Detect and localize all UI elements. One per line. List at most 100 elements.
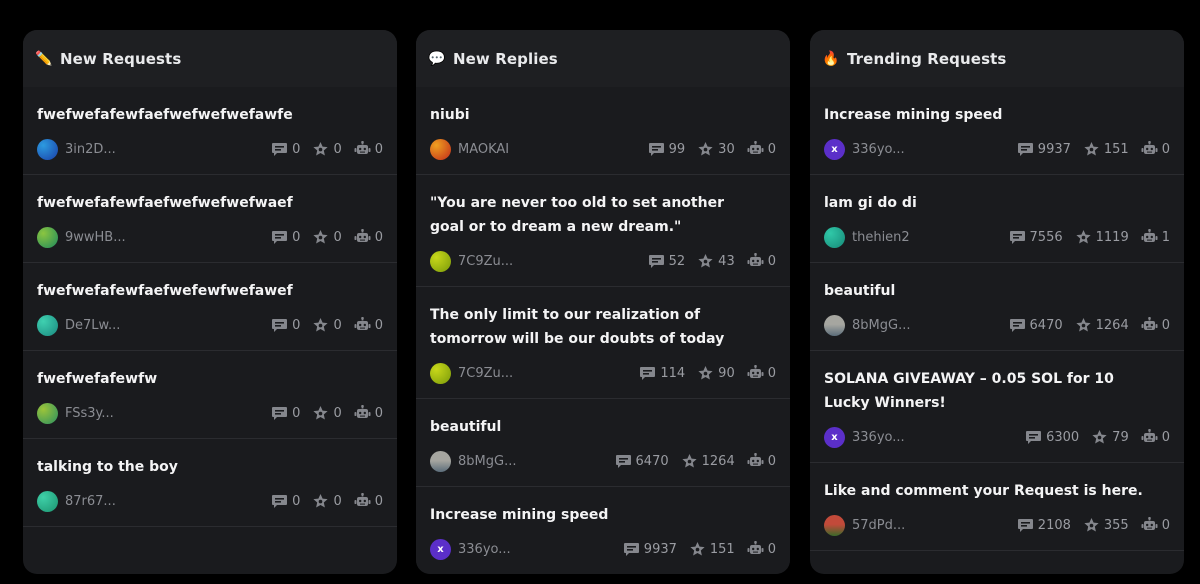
- author-avatar[interactable]: x: [824, 138, 845, 160]
- request-item[interactable]: lam gi do di thehien2 7556 1119 1: [810, 175, 1184, 263]
- request-title[interactable]: Increase mining speed: [824, 103, 1170, 127]
- request-item[interactable]: "You are never too old to set another go…: [416, 175, 790, 287]
- author-name[interactable]: 7C9Zu...: [458, 366, 627, 381]
- author-avatar[interactable]: [824, 314, 845, 336]
- bot-count-stat[interactable]: 0: [354, 317, 383, 333]
- author-name[interactable]: 8bMgG...: [458, 454, 603, 469]
- comment-count-stat[interactable]: 7556: [1009, 230, 1063, 245]
- author-avatar[interactable]: x: [430, 538, 451, 560]
- comment-count-stat[interactable]: 0: [271, 406, 300, 421]
- request-item[interactable]: SOLANA GIVEAWAY – 0.05 SOL for 10 Lucky …: [810, 351, 1184, 463]
- star-count-stat[interactable]: 79: [1091, 429, 1129, 445]
- author-avatar[interactable]: [430, 450, 451, 472]
- request-title[interactable]: fwefwefafewfaefwefewfwefawef: [37, 279, 383, 303]
- star-count-stat[interactable]: 43: [697, 253, 735, 269]
- author-avatar[interactable]: x: [824, 426, 845, 448]
- request-item[interactable]: Increase mining speed x 336yo... 9937 151 0: [810, 87, 1184, 175]
- request-title[interactable]: Like and comment your Request is here.: [824, 479, 1170, 503]
- bot-count-stat[interactable]: 0: [1141, 517, 1170, 533]
- bot-count-stat[interactable]: 0: [1141, 317, 1170, 333]
- request-item[interactable]: niubi MAOKAI 99 30 0: [416, 87, 790, 175]
- author-name[interactable]: 3in2D...: [65, 142, 259, 157]
- author-avatar[interactable]: [37, 138, 58, 160]
- author-avatar[interactable]: [37, 226, 58, 248]
- star-count-stat[interactable]: 30: [697, 141, 735, 157]
- bot-count-stat[interactable]: 0: [747, 453, 776, 469]
- author-avatar[interactable]: [37, 490, 58, 512]
- comment-count-stat[interactable]: 0: [271, 142, 300, 157]
- author-name[interactable]: 336yo...: [852, 430, 1013, 445]
- star-count-stat[interactable]: 151: [689, 541, 735, 557]
- bot-count-stat[interactable]: 0: [747, 541, 776, 557]
- author-avatar[interactable]: [430, 138, 451, 160]
- request-title[interactable]: talking to the boy: [37, 455, 383, 479]
- request-item[interactable]: fwefwefafewfw FSs3y... 0 0 0: [23, 351, 397, 439]
- author-avatar[interactable]: [430, 250, 451, 272]
- comment-count-stat[interactable]: 99: [648, 142, 685, 157]
- star-count-stat[interactable]: 1264: [681, 453, 735, 469]
- star-count-stat[interactable]: 151: [1083, 141, 1129, 157]
- star-count-stat[interactable]: 0: [312, 493, 342, 509]
- request-title[interactable]: Increase mining speed: [430, 503, 776, 527]
- comment-count-stat[interactable]: 6470: [1009, 318, 1063, 333]
- author-name[interactable]: 57dPd...: [852, 518, 1005, 533]
- bot-count-stat[interactable]: 0: [354, 229, 383, 245]
- request-title[interactable]: fwefwefafewfw: [37, 367, 383, 391]
- request-item[interactable]: talking to the boy 87r67... 0 0 0: [23, 439, 397, 527]
- bot-count-stat[interactable]: 0: [1141, 141, 1170, 157]
- request-item[interactable]: Increase mining speed x 336yo... 9937 151 0: [416, 487, 790, 574]
- request-title[interactable]: "You are never too old to set another go…: [430, 191, 776, 239]
- star-count-stat[interactable]: 1119: [1075, 229, 1129, 245]
- request-item[interactable]: fwefwefafewfaefwefwefwefwaef 9wwHB... 0 0 0: [23, 175, 397, 263]
- request-title[interactable]: The only limit to our realization of tom…: [430, 303, 776, 351]
- author-name[interactable]: 336yo...: [458, 542, 611, 557]
- star-count-stat[interactable]: 0: [312, 405, 342, 421]
- comment-count-stat[interactable]: 2108: [1017, 518, 1071, 533]
- author-name[interactable]: FSs3y...: [65, 406, 259, 421]
- comment-count-stat[interactable]: 52: [648, 254, 685, 269]
- author-name[interactable]: 336yo...: [852, 142, 1005, 157]
- star-count-stat[interactable]: 0: [312, 229, 342, 245]
- author-name[interactable]: De7Lw...: [65, 318, 259, 333]
- star-count-stat[interactable]: 355: [1083, 517, 1129, 533]
- author-avatar[interactable]: [824, 514, 845, 536]
- author-name[interactable]: 7C9Zu...: [458, 254, 636, 269]
- request-title[interactable]: beautiful: [824, 279, 1170, 303]
- star-count-stat[interactable]: 0: [312, 141, 342, 157]
- request-title[interactable]: lam gi do di: [824, 191, 1170, 215]
- request-title[interactable]: SOLANA GIVEAWAY – 0.05 SOL for 10 Lucky …: [824, 367, 1170, 415]
- bot-count-stat[interactable]: 0: [354, 405, 383, 421]
- bot-count-stat[interactable]: 0: [747, 253, 776, 269]
- author-avatar[interactable]: [37, 402, 58, 424]
- comment-count-stat[interactable]: 114: [639, 366, 685, 381]
- comment-count-stat[interactable]: 9937: [623, 542, 677, 557]
- request-item[interactable]: fwefwefafewfaefwefewfwefawef De7Lw... 0 0 0: [23, 263, 397, 351]
- comment-count-stat[interactable]: 0: [271, 494, 300, 509]
- comment-count-stat[interactable]: 9937: [1017, 142, 1071, 157]
- request-title[interactable]: fwefwefafewfaefwefwefwefwaef: [37, 191, 383, 215]
- request-item[interactable]: beautiful 8bMgG... 6470 1264 0: [416, 399, 790, 487]
- star-count-stat[interactable]: 1264: [1075, 317, 1129, 333]
- request-item[interactable]: beautiful 8bMgG... 6470 1264 0: [810, 263, 1184, 351]
- author-name[interactable]: MAOKAI: [458, 142, 636, 157]
- author-name[interactable]: 8bMgG...: [852, 318, 997, 333]
- author-name[interactable]: 87r67...: [65, 494, 259, 509]
- request-item[interactable]: The only limit to our realization of tom…: [416, 287, 790, 399]
- comment-count-stat[interactable]: 0: [271, 230, 300, 245]
- bot-count-stat[interactable]: 0: [1141, 429, 1170, 445]
- request-item[interactable]: Like and comment your Request is here. 57…: [810, 463, 1184, 551]
- bot-count-stat[interactable]: 0: [747, 141, 776, 157]
- bot-count-stat[interactable]: 0: [354, 493, 383, 509]
- star-count-stat[interactable]: 0: [312, 317, 342, 333]
- request-item[interactable]: fwefwefafewfaefwefwefwefawfe 3in2D... 0 0 0: [23, 87, 397, 175]
- comment-count-stat[interactable]: 0: [271, 318, 300, 333]
- author-avatar[interactable]: [430, 362, 451, 384]
- bot-count-stat[interactable]: 0: [747, 365, 776, 381]
- author-avatar[interactable]: [37, 314, 58, 336]
- author-name[interactable]: 9wwHB...: [65, 230, 259, 245]
- request-title[interactable]: fwefwefafewfaefwefwefwefawfe: [37, 103, 383, 127]
- bot-count-stat[interactable]: 1: [1141, 229, 1170, 245]
- request-title[interactable]: beautiful: [430, 415, 776, 439]
- star-count-stat[interactable]: 90: [697, 365, 735, 381]
- comment-count-stat[interactable]: 6470: [615, 454, 669, 469]
